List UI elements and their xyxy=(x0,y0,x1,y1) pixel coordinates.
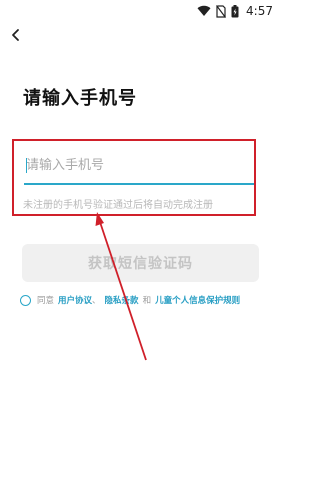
annotation-arrow xyxy=(95,212,147,361)
login-screen: 4:57 请输入手机号 未注册的手机号验证通过后将自动完成注册 获取短信验证码 … xyxy=(0,0,281,499)
